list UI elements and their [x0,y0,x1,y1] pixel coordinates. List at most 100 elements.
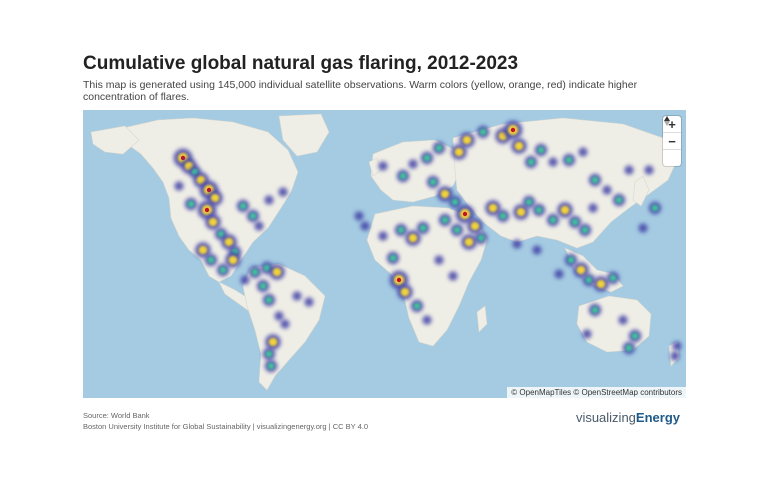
flare-spot-halo [280,319,290,329]
flare-spot-core [527,158,535,166]
flare-spot-core [408,233,418,243]
source-notes: Source: World Bank Boston University Ins… [83,410,368,432]
map-zoom-controls: + − [663,116,681,166]
compass-icon [664,116,670,126]
flare-spot-halo [554,269,564,279]
flare-spot-core [272,267,282,277]
flare-spot-halo [254,221,264,231]
flare-spot-hot [180,155,186,161]
flare-spot-halo [582,329,592,339]
flare-spot-halo [354,211,364,221]
flare-spot-halo [670,351,680,361]
flare-spot-hot [510,127,516,133]
flaring-map[interactable]: + − © OpenMapTiles © OpenStreetMap contr… [83,110,686,398]
flare-spot-halo [174,181,184,191]
flare-spot-core [585,276,593,284]
flare-spot-halo [618,315,628,325]
flare-spot-core [265,296,273,304]
flare-spot-core [399,172,407,180]
flare-spot-core [581,226,589,234]
flare-spot-halo [264,195,274,205]
flare-spot-core [591,176,599,184]
flare-spot-core [210,193,220,203]
flare-spot-core [217,230,225,238]
flare-spot-core [198,245,208,255]
flare-spot-core [451,198,459,206]
flare-spot-halo [602,185,612,195]
flare-spot-core [470,221,480,231]
flare-spot-core [591,306,599,314]
flare-spot-halo [360,221,370,231]
flare-spot-core [609,274,617,282]
flare-spot-core [525,198,533,206]
flare-spot-hot [396,277,402,283]
flare-spot-core [419,224,427,232]
flare-spot-core [208,217,218,227]
flare-spot-core [423,154,431,162]
flare-spot-core [224,237,234,247]
openmaptiles-link[interactable]: © OpenMapTiles [511,388,571,397]
flare-spot-halo [512,239,522,249]
flare-spot-core [389,254,397,262]
flare-spot-halo [274,311,284,321]
flare-spot-halo [644,165,654,175]
flare-spot-core [464,237,474,247]
flare-spot-halo [638,223,648,233]
flare-spot-halo [448,271,458,281]
flare-spot-halo [278,187,288,197]
flare-spot-core [440,189,450,199]
brand-part2: Energy [635,410,680,425]
brand-logo: visualizingEnergy [576,410,680,425]
flare-spot-core [615,196,623,204]
flare-spot-core [549,216,557,224]
flare-spot-halo [422,315,432,325]
flare-spot-core [479,128,487,136]
flare-spot-core [219,266,227,274]
flare-spot-core [429,178,437,186]
flare-spot-core [651,204,659,212]
map-subtitle: This map is generated using 145,000 indi… [83,79,638,103]
flare-spot-hot [206,187,212,193]
flare-spot-core [249,212,257,220]
flare-spot-core [435,144,443,152]
flare-spot-core [397,226,405,234]
flare-spot-halo [378,231,388,241]
flare-spot-hot [204,207,210,213]
world-map-canvas [90,113,682,391]
flare-spot-core [187,200,195,208]
flare-spot-core [535,206,543,214]
flare-spot-halo [578,147,588,157]
flare-spot-core [265,350,273,358]
source-line: Source: World Bank [83,411,150,420]
flare-spot-core [259,282,267,290]
flare-spot-core [596,279,606,289]
flare-spot-core [268,337,278,347]
flare-spot-core [514,141,524,151]
flare-spot-core [207,256,215,264]
flare-spot-halo [672,341,682,351]
flare-spot-halo [548,157,558,167]
zoom-out-button[interactable]: − [663,133,681,150]
flare-spot-core [413,302,421,310]
flare-spot-core [454,147,464,157]
flare-spot-core [239,202,247,210]
flare-spot-halo [588,203,598,213]
flare-spot-core [631,332,639,340]
flare-spot-core [499,212,507,220]
brand-part1: visualizing [575,410,636,425]
flare-spot-core [567,256,575,264]
flare-spot-core [441,216,449,224]
flare-spot-core [571,218,579,226]
flare-spot-core [228,255,238,265]
reset-north-button[interactable] [663,116,681,166]
flare-spot-core [560,205,570,215]
flare-spot-halo [532,245,542,255]
flare-spot-core [488,203,498,213]
flare-spot-hot [462,211,468,217]
flare-spot-halo [624,165,634,175]
openstreetmap-link[interactable]: © OpenStreetMap contributors [573,388,682,397]
flare-spot-halo [304,297,314,307]
flare-spot-core [400,287,410,297]
flare-spot-core [453,226,461,234]
flare-spot-core [625,344,633,352]
